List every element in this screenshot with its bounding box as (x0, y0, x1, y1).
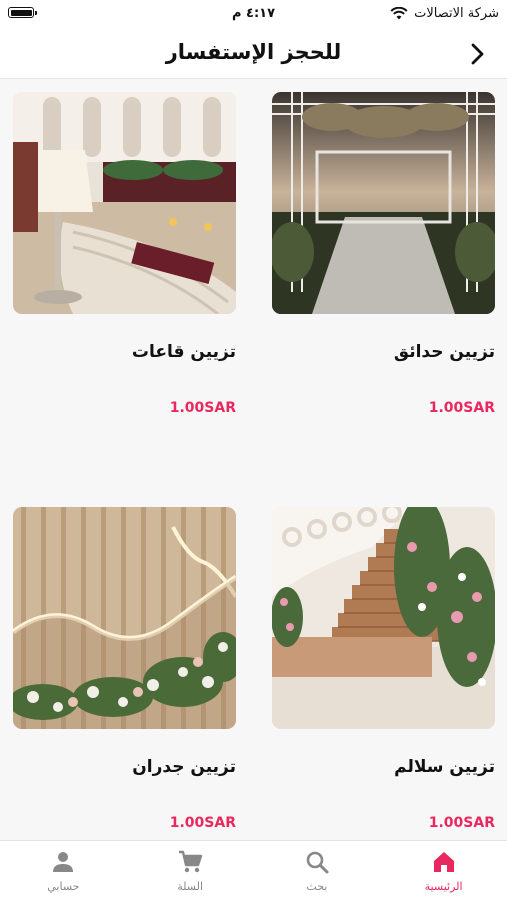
carrier-name: شركة الاتصالات (414, 6, 499, 21)
product-price: 1.00SAR (428, 815, 495, 831)
product-name: تزيين سلالم (394, 757, 495, 777)
product-price: 1.00SAR (428, 400, 495, 416)
tab-search-label: بحث (306, 880, 328, 893)
product-card-garden[interactable]: تزيين حدائق 1.00SAR (272, 92, 495, 416)
tab-home-label: الرئيسية (424, 880, 463, 893)
product-name: تزيين جدران (132, 757, 236, 777)
home-icon (433, 852, 454, 872)
status-bar: ٤:١٧ م شركة الاتصالات (0, 0, 507, 30)
user-icon (53, 852, 74, 872)
walls-decor-photo (13, 507, 236, 729)
product-name: تزيين قاعات (131, 342, 236, 362)
status-carrier-group: شركة الاتصالات (390, 6, 499, 21)
page-title: للحجز الإستفسار (165, 40, 342, 64)
product-card-walls[interactable]: تزيين جدران 1.00SAR (13, 507, 236, 831)
tab-home[interactable]: الرئيسية (380, 841, 507, 901)
tab-cart[interactable]: السلة (127, 841, 254, 901)
product-price: 1.00SAR (169, 815, 236, 831)
tab-cart-label: السلة (177, 880, 203, 893)
product-grid: تزيين حدائق 1.00SAR تزيين قاعات 1.00SAR … (0, 78, 507, 840)
product-price: 1.00SAR (169, 400, 236, 416)
tab-account[interactable]: حسابي (0, 841, 127, 901)
wifi-icon (390, 7, 408, 20)
product-name: تزيين حدائق (393, 342, 495, 362)
product-card-hall[interactable]: تزيين قاعات 1.00SAR (13, 92, 236, 416)
header-bar: للحجز الإستفسار (0, 30, 507, 79)
product-card-stairs[interactable]: تزيين سلالم 1.00SAR (272, 507, 495, 831)
garden-decor-photo (272, 92, 495, 314)
stairs-decor-photo (272, 507, 495, 729)
tab-search[interactable]: بحث (254, 841, 381, 901)
tab-account-label: حسابي (47, 880, 80, 893)
cart-icon (179, 850, 203, 873)
hall-decor-photo (13, 92, 236, 314)
bottom-tab-bar: الرئيسية بحث السلة حسابي (0, 840, 507, 901)
search-icon (306, 851, 329, 874)
